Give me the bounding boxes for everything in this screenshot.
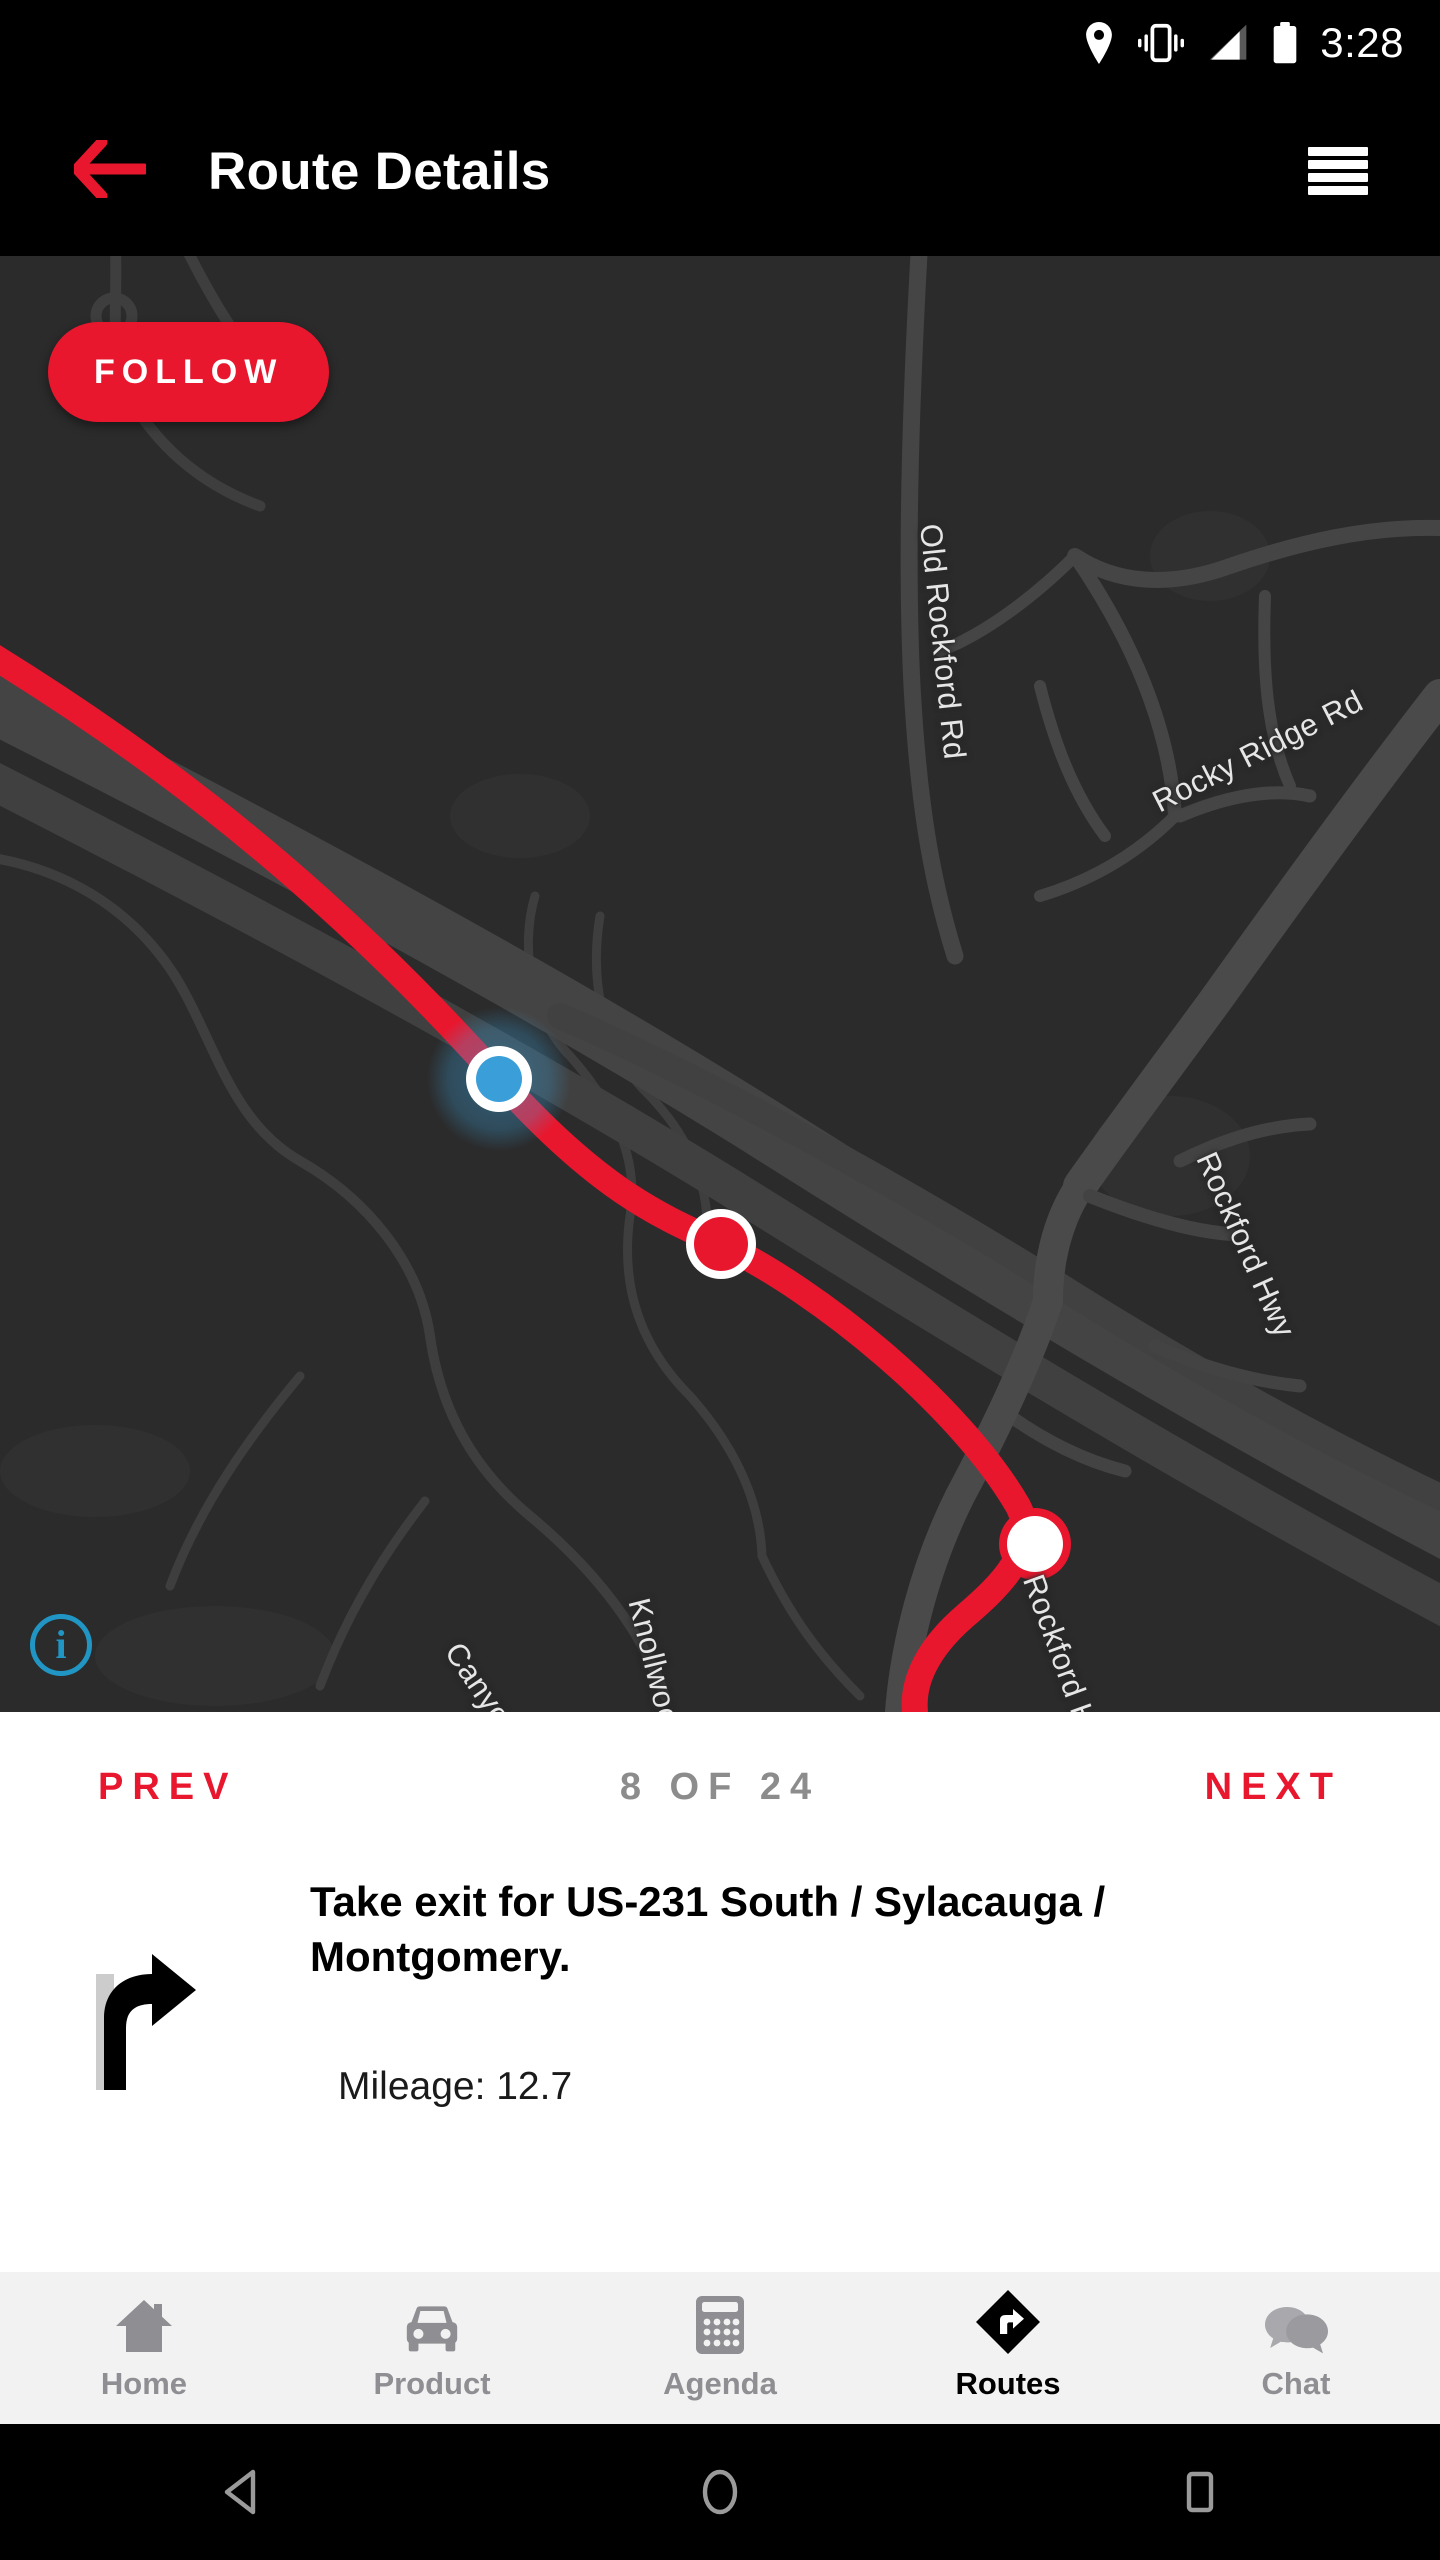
follow-button[interactable]: FOLLOW — [48, 322, 330, 422]
tab-routes-label: Routes — [955, 2366, 1061, 2401]
tab-agenda[interactable]: Agenda — [576, 2294, 864, 2402]
map-canvas — [0, 256, 1440, 1712]
list-menu-button[interactable] — [1278, 111, 1398, 231]
signal-bars-icon — [1206, 23, 1250, 63]
battery-icon — [1272, 22, 1298, 64]
bottom-tab-bar: Home Product Agenda Routes Chat — [0, 2272, 1440, 2424]
android-navigation-bar — [0, 2424, 1440, 2560]
instruction-text: Take exit for US-231 South / Sylacauga /… — [310, 1878, 1106, 1981]
calculator-icon — [694, 2294, 746, 2356]
page-title: Route Details — [208, 141, 551, 201]
turn-right-icon — [0, 1862, 310, 2109]
next-step-button[interactable]: NEXT — [1205, 1766, 1342, 1809]
mileage-label: Mileage: 12.7 — [338, 2064, 573, 2108]
phone-screen: 3:28 Route Details Old Rockford Rd Rocky… — [0, 0, 1440, 2560]
tab-chat[interactable]: Chat — [1152, 2294, 1440, 2402]
tab-product[interactable]: Product — [288, 2294, 576, 2402]
car-icon — [401, 2294, 463, 2356]
vibrate-icon — [1138, 22, 1185, 64]
back-button[interactable] — [50, 111, 170, 231]
tab-chat-label: Chat — [1261, 2366, 1331, 2401]
route-diamond-icon — [974, 2290, 1042, 2356]
recents-square-icon[interactable] — [1110, 2424, 1290, 2560]
tab-agenda-label: Agenda — [663, 2366, 777, 2401]
status-bar-clock: 3:28 — [1320, 19, 1404, 66]
chat-bubbles-icon — [1263, 2294, 1329, 2356]
home-icon — [114, 2294, 174, 2356]
status-bar: 3:28 — [0, 0, 1440, 86]
back-triangle-icon[interactable] — [150, 2424, 330, 2560]
instruction-text-block: Take exit for US-231 South / Sylacauga /… — [310, 1862, 1440, 2109]
tab-home[interactable]: Home — [0, 2294, 288, 2402]
location-pin-icon — [1082, 22, 1116, 64]
info-icon[interactable]: i — [30, 1614, 92, 1676]
app-bar: Route Details — [0, 86, 1440, 256]
current-location-marker[interactable] — [427, 1007, 571, 1151]
tab-routes[interactable]: Routes — [864, 2290, 1152, 2402]
route-step-panel: PREV 8 OF 24 NEXT Take exit for US-231 S… — [0, 1712, 1440, 2272]
tab-home-label: Home — [100, 2366, 188, 2401]
list-menu-icon — [1308, 147, 1368, 195]
instruction-row: Take exit for US-231 South / Sylacauga /… — [0, 1862, 1440, 2109]
home-circle-icon[interactable] — [630, 2424, 810, 2560]
map-view[interactable]: Old Rockford Rd Rocky Ridge Rd Rockford … — [0, 256, 1440, 1712]
step-navigation: PREV 8 OF 24 NEXT — [0, 1712, 1440, 1862]
tab-product-label: Product — [373, 2366, 491, 2401]
route-waypoint-marker[interactable] — [999, 1508, 1071, 1580]
route-step-marker[interactable] — [686, 1209, 756, 1279]
back-arrow-icon — [71, 136, 150, 203]
